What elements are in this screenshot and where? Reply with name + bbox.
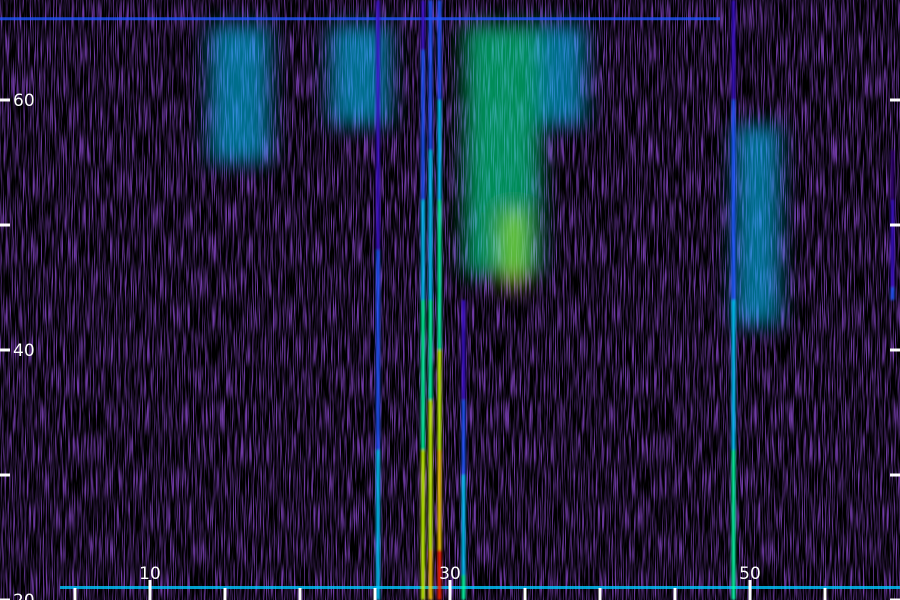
diffuse-region-5: [540, 25, 585, 125]
diffuse-region-6: [735, 125, 780, 325]
diffuse-region-1: [210, 25, 270, 163]
diffuse-region-4: [502, 212, 525, 288]
x-tick-label-10: 10: [139, 564, 161, 584]
y-tick-label-20: 20: [13, 591, 35, 600]
y-tick-label-60: 60: [13, 91, 35, 111]
diffuse-region-2: [330, 25, 390, 125]
x-tick-label-50: 50: [739, 564, 761, 584]
spectrogram-chart: 10 30 50 20 40 60: [0, 0, 900, 600]
spectrogram-view: 10 30 50 20 40 60: [0, 0, 900, 600]
y-tick-label-40: 40: [13, 341, 35, 361]
x-tick-label-30: 30: [439, 564, 461, 584]
